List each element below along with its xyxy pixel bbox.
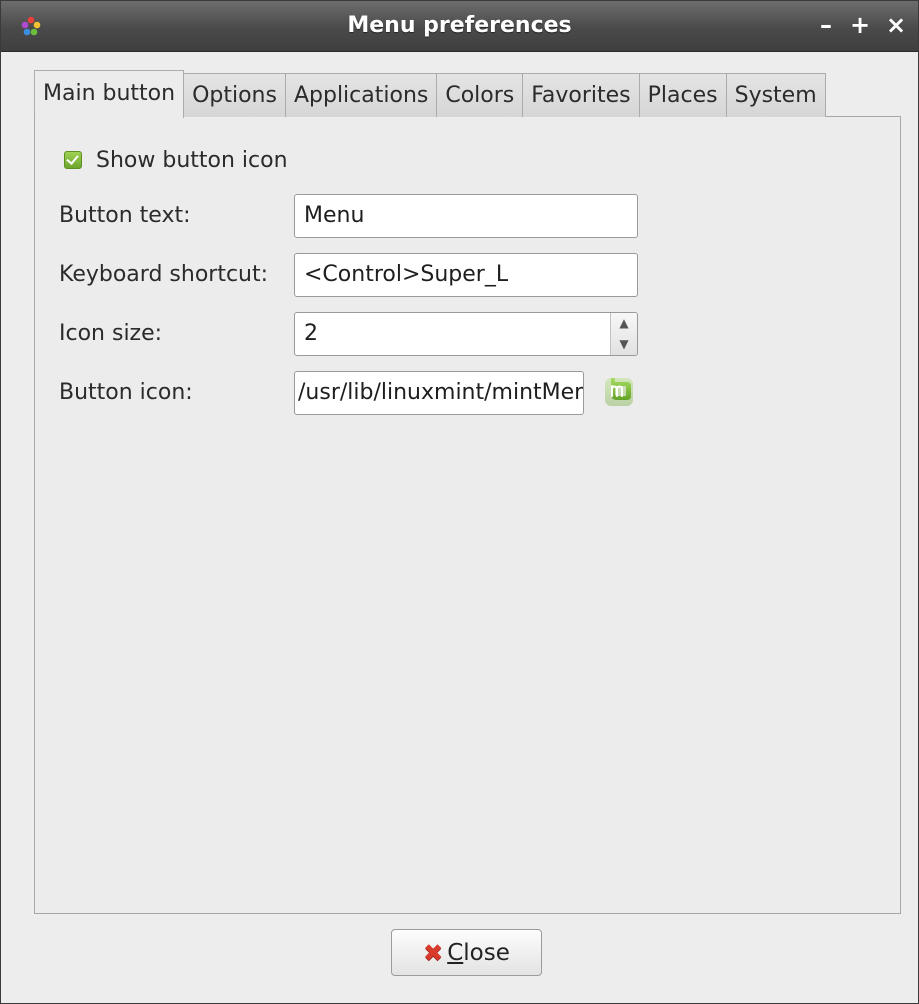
tab-applications[interactable]: Applications — [284, 73, 438, 117]
keyboard-shortcut-input[interactable]: <Control>Super_L — [294, 253, 638, 297]
tab-bar: Main button Options Applications Colors … — [34, 70, 826, 118]
icon-size-label: Icon size: — [59, 321, 163, 346]
tab-favorites[interactable]: Favorites — [522, 73, 640, 117]
icon-size-value[interactable]: 2 — [304, 321, 318, 346]
window-close-button[interactable]: × — [883, 12, 909, 38]
window-title: Menu preferences — [347, 13, 572, 38]
spinner-buttons: ▲ ▼ — [610, 313, 637, 355]
tab-system[interactable]: System — [725, 73, 826, 117]
show-button-icon-label[interactable]: Show button icon — [96, 148, 288, 173]
keyboard-shortcut-label: Keyboard shortcut: — [59, 262, 269, 287]
spin-down-icon[interactable]: ▼ — [611, 334, 637, 355]
linux-mint-logo-icon[interactable] — [601, 374, 637, 410]
title-bar[interactable]: Menu preferences – + × — [1, 1, 918, 52]
button-icon-path-input[interactable]: /usr/lib/linuxmint/mintMenu/mintMenu.png — [294, 371, 584, 415]
red-x-icon: ✖ — [423, 938, 444, 967]
show-button-icon-checkbox[interactable] — [64, 151, 82, 169]
tab-options[interactable]: Options — [183, 73, 286, 117]
tab-main-button[interactable]: Main button — [34, 70, 185, 118]
minimize-button[interactable]: – — [813, 12, 839, 38]
button-icon-label: Button icon: — [59, 380, 193, 405]
icon-size-spinner[interactable]: 2 ▲ ▼ — [294, 312, 638, 356]
button-text-input[interactable]: Menu — [294, 194, 638, 238]
close-button-label: Close — [447, 939, 510, 966]
tab-places[interactable]: Places — [638, 73, 727, 117]
maximize-button[interactable]: + — [847, 12, 873, 38]
button-text-label: Button text: — [59, 203, 191, 228]
show-button-icon-row[interactable]: Show button icon — [64, 145, 288, 175]
tab-colors[interactable]: Colors — [436, 73, 524, 117]
preferences-window: Menu preferences – + × Main button Optio… — [0, 0, 919, 1004]
spin-up-icon[interactable]: ▲ — [611, 313, 637, 334]
close-button[interactable]: ✖ Close — [391, 929, 542, 976]
